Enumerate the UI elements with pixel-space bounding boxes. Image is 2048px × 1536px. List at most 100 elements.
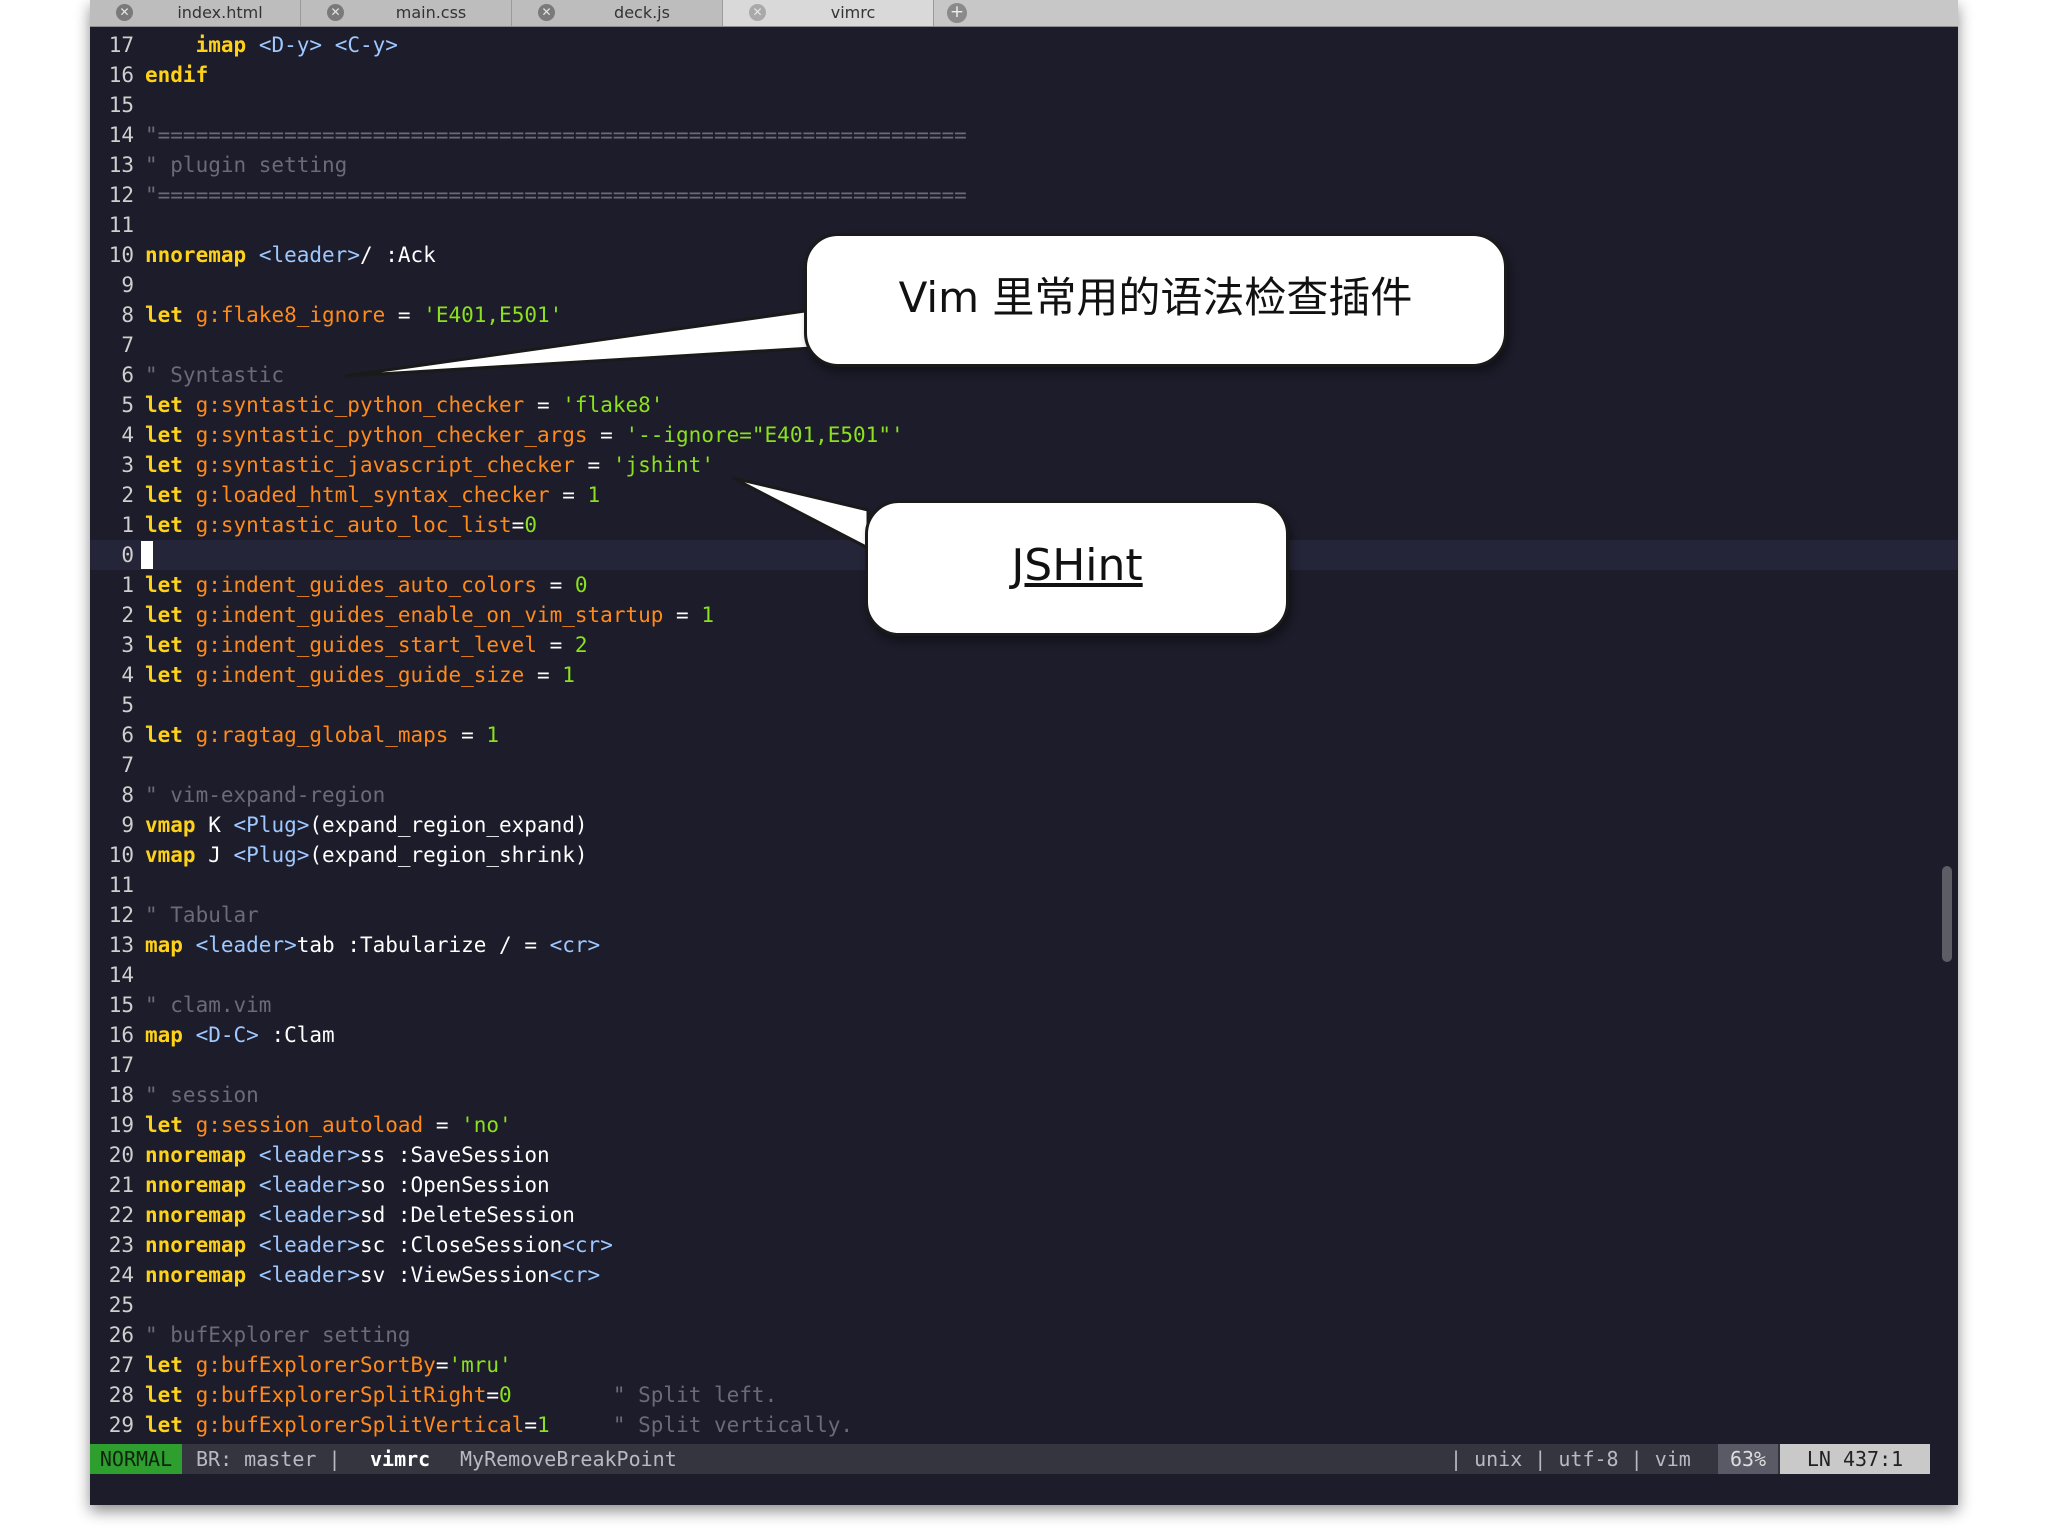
- code-line[interactable]: 17 imap <D-y> <C-y>: [90, 30, 1958, 60]
- line-number: 19: [108, 1113, 134, 1137]
- code-token: g:indent_guides_start_level: [195, 633, 537, 657]
- line-number: 14: [108, 123, 134, 147]
- code-token: so :OpenSession: [359, 1173, 550, 1197]
- code-token: <D-C>: [195, 1023, 259, 1047]
- code-line[interactable]: 10 vmap J <Plug>(expand_region_shrink): [90, 840, 1958, 870]
- code-line[interactable]: 4 let g:syntastic_python_checker_args = '…: [90, 420, 1958, 450]
- code-line[interactable]: 17: [90, 1050, 1958, 1080]
- line-number: 3: [121, 633, 134, 657]
- code-line[interactable]: 8 " vim-expand-region: [90, 780, 1958, 810]
- code-line[interactable]: 15: [90, 90, 1958, 120]
- code-token: 1: [562, 663, 575, 687]
- line-number: 20: [108, 1143, 134, 1167]
- line-number: 13: [108, 153, 134, 177]
- code-line[interactable]: 16 map <D-C> :Clam: [90, 1020, 1958, 1050]
- code-token: 'mru': [448, 1353, 512, 1377]
- code-token: sv :ViewSession: [359, 1263, 550, 1287]
- code-line[interactable]: 27 let g:bufExplorerSortBy='mru': [90, 1350, 1958, 1380]
- code-token: sc :CloseSession: [359, 1233, 563, 1257]
- line-number: 9: [121, 273, 134, 297]
- scrollbar[interactable]: [1942, 866, 1952, 962]
- close-icon[interactable]: ✕: [116, 4, 133, 21]
- code-token: 'jshint': [612, 453, 714, 477]
- code-line[interactable]: 20 nnoremap <leader>ss :SaveSession: [90, 1140, 1958, 1170]
- tab-main-css[interactable]: ✕ main.css: [301, 0, 512, 26]
- code-token: " Syntastic: [145, 363, 285, 387]
- new-tab-icon[interactable]: +: [947, 3, 967, 23]
- code-token: =: [536, 633, 575, 657]
- code-line[interactable]: 5 let g:syntastic_python_checker = 'flake…: [90, 390, 1958, 420]
- code-line[interactable]: 14 "=====================================…: [90, 120, 1958, 150]
- code-line[interactable]: 14: [90, 960, 1958, 990]
- code-text: " Syntastic: [145, 360, 284, 390]
- code-text: nnoremap <leader>ss :SaveSession: [145, 1140, 550, 1170]
- tab-index-html[interactable]: ✕ index.html: [90, 0, 301, 26]
- code-token: J: [195, 843, 234, 867]
- code-line[interactable]: 19 let g:session_autoload = 'no': [90, 1110, 1958, 1140]
- code-token: 1: [587, 483, 601, 507]
- code-line[interactable]: 28 let g:bufExplorerSplitRight=0 " Split …: [90, 1380, 1958, 1410]
- code-line[interactable]: 13 " plugin setting: [90, 150, 1958, 180]
- code-line[interactable]: 12 " Tabular: [90, 900, 1958, 930]
- line-number: 8: [121, 303, 134, 327]
- tab-vimrc[interactable]: ✕ vimrc: [723, 0, 934, 26]
- code-line[interactable]: 22 nnoremap <leader>sd :DeleteSession: [90, 1200, 1958, 1230]
- code-text: let g:bufExplorerSplitRight=0 " Split le…: [145, 1380, 777, 1410]
- code-token: tab :Tabularize / =: [296, 933, 550, 957]
- code-token: 'E401,E501': [423, 303, 563, 327]
- code-line[interactable]: 12 "=====================================…: [90, 180, 1958, 210]
- code-token: g:loaded_html_syntax_checker: [195, 483, 550, 507]
- code-token: map: [145, 933, 183, 957]
- code-token: =: [524, 663, 563, 687]
- code-line[interactable]: 24 nnoremap <leader>sv :ViewSession<cr>: [90, 1260, 1958, 1290]
- code-line[interactable]: 11: [90, 870, 1958, 900]
- code-line[interactable]: 29 let g:bufExplorerSplitVertical=1 " Spl…: [90, 1410, 1958, 1440]
- close-icon[interactable]: ✕: [538, 4, 555, 21]
- code-token: nnoremap: [145, 1263, 247, 1287]
- code-line[interactable]: 21 nnoremap <leader>so :OpenSession: [90, 1170, 1958, 1200]
- code-line[interactable]: 18 " session: [90, 1080, 1958, 1110]
- code-line[interactable]: 7: [90, 750, 1958, 780]
- code-token: let: [145, 1413, 183, 1437]
- code-token: =: [549, 483, 588, 507]
- line-number: 14: [108, 963, 134, 987]
- code-line[interactable]: 16 endif: [90, 60, 1958, 90]
- code-line[interactable]: 13 map <leader>tab :Tabularize / = <cr>: [90, 930, 1958, 960]
- line-number: 23: [108, 1233, 134, 1257]
- code-token: =: [423, 1113, 462, 1137]
- code-line[interactable]: 9 vmap K <Plug>(expand_region_expand): [90, 810, 1958, 840]
- tab-deck-js[interactable]: ✕ deck.js: [512, 0, 723, 26]
- code-token: (expand_region_expand): [309, 813, 588, 837]
- code-token: =: [435, 1353, 449, 1377]
- code-text: " session: [145, 1080, 259, 1110]
- code-token: :Clam: [258, 1023, 335, 1047]
- callout-syntax-plugins: Vim 里常用的语法检查插件: [804, 233, 1507, 367]
- code-text: let g:indent_guides_auto_colors = 0: [145, 570, 588, 600]
- code-line[interactable]: 25: [90, 1290, 1958, 1320]
- close-icon[interactable]: ✕: [327, 4, 344, 21]
- code-token: " clam.vim: [145, 993, 272, 1017]
- code-token: =: [587, 423, 626, 447]
- code-line[interactable]: 26 " bufExplorer setting: [90, 1320, 1958, 1350]
- code-line[interactable]: 4 let g:indent_guides_guide_size = 1: [90, 660, 1958, 690]
- code-token: " Split vertically.: [612, 1413, 854, 1437]
- code-text: " Tabular: [145, 900, 259, 930]
- code-line[interactable]: 15 " clam.vim: [90, 990, 1958, 1020]
- code-line[interactable]: 6 let g:ragtag_global_maps = 1: [90, 720, 1958, 750]
- code-line[interactable]: 23 nnoremap <leader>sc :CloseSession<cr>: [90, 1230, 1958, 1260]
- line-number: 16: [108, 1023, 134, 1047]
- code-line[interactable]: 3 let g:syntastic_javascript_checker = 'j…: [90, 450, 1958, 480]
- code-line[interactable]: 5: [90, 690, 1958, 720]
- code-token: <leader>: [258, 1233, 360, 1257]
- close-icon[interactable]: ✕: [749, 4, 766, 21]
- code-token: nnoremap: [145, 1233, 247, 1257]
- file-encoding: | unix | utf-8 | vim: [1450, 1447, 1691, 1471]
- line-number: 15: [108, 93, 134, 117]
